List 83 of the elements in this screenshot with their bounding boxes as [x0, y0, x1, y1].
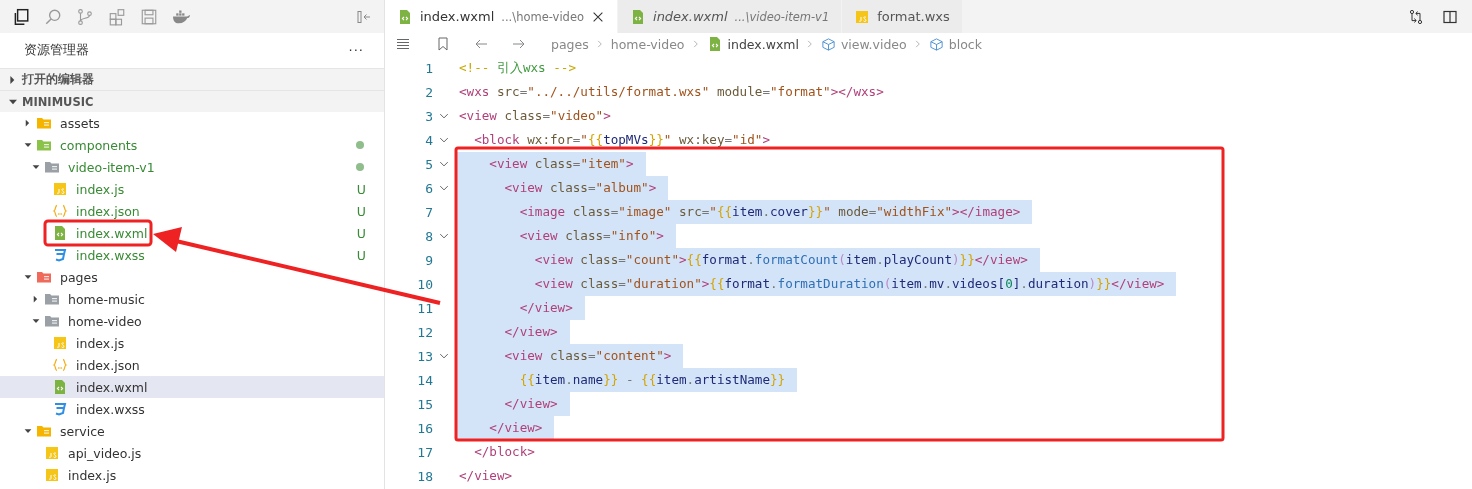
folder-row[interactable]: pages — [0, 266, 384, 288]
folder-row[interactable]: home-video — [0, 310, 384, 332]
code-file-icon — [52, 225, 68, 241]
js-file-icon — [854, 8, 871, 25]
js-file-icon — [52, 181, 68, 197]
breadcrumb-item[interactable]: block — [948, 36, 982, 52]
file-row[interactable]: index.js U — [0, 178, 384, 200]
file-row[interactable]: index.js — [0, 332, 384, 354]
search-icon[interactable] — [44, 7, 62, 26]
file-row[interactable]: index.js — [0, 464, 384, 486]
compare-changes-icon[interactable] — [1408, 8, 1424, 25]
code-line: </view> — [458, 467, 514, 485]
file-row[interactable]: api_video.js — [0, 442, 384, 464]
line-number: 5 — [424, 156, 433, 172]
list-icon[interactable] — [395, 36, 411, 52]
file-row[interactable]: index.wxss U — [0, 244, 384, 266]
more-actions-button[interactable]: ··· — [348, 43, 364, 58]
branch-icon[interactable] — [76, 7, 94, 26]
folder-row[interactable]: video-item-v1 — [0, 156, 384, 178]
js-file-icon — [52, 335, 68, 351]
editor-tab[interactable]: index.wxml ...\video-item-v1 — [618, 0, 843, 33]
code-line: <!-- 引入wxs --> — [458, 59, 577, 77]
css-file-icon — [52, 247, 68, 263]
code-line: <block wx:for="{{topMVs}}" wx:key="id"> — [473, 131, 772, 149]
folder-row[interactable]: service — [0, 420, 384, 442]
code-line: </block> — [473, 443, 536, 461]
blocks-icon[interactable] — [108, 7, 126, 26]
code-line: <wxs src="../../utils/format.wxs" module="format"></wxs> — [458, 83, 885, 101]
cube-icon — [928, 36, 944, 52]
line-number: 16 — [416, 420, 433, 436]
breadcrumb-item[interactable]: home-video — [610, 36, 685, 52]
line-number: 8 — [424, 228, 433, 244]
collapse-panel-icon[interactable] — [356, 8, 372, 25]
line-number: 14 — [416, 372, 433, 388]
code-line: <view class="video"> — [458, 107, 612, 125]
folder-row[interactable]: home-music — [0, 288, 384, 310]
git-status: U — [356, 181, 366, 197]
code-file-icon — [397, 8, 413, 25]
breadcrumb-item[interactable]: index.wxml — [727, 36, 799, 52]
git-status: U — [356, 225, 366, 241]
line-number: 4 — [424, 132, 433, 148]
section-header[interactable]: 打开的编辑器 — [0, 68, 384, 90]
bookmark-icon[interactable] — [435, 36, 451, 52]
js-file-icon — [44, 445, 60, 461]
code-file-icon — [630, 8, 646, 25]
line-number: 3 — [424, 108, 433, 124]
line-number: 11 — [416, 300, 433, 316]
files-icon[interactable] — [12, 7, 30, 26]
split-editor-icon[interactable] — [1442, 8, 1458, 25]
file-row[interactable]: index.wxml — [0, 376, 384, 398]
line-number: 18 — [416, 468, 433, 484]
line-number: 17 — [416, 444, 433, 460]
file-row[interactable]: index.json U — [0, 200, 384, 222]
editor-tab[interactable]: format.wxs — [842, 0, 963, 33]
code-file-icon — [52, 379, 68, 395]
folder-row[interactable]: components — [0, 134, 384, 156]
panel-title: 资源管理器 — [24, 42, 90, 59]
breadcrumb-item[interactable]: view.video — [840, 36, 907, 52]
braces-icon — [52, 203, 68, 219]
cube-icon — [820, 36, 836, 52]
line-number: 12 — [416, 324, 433, 340]
file-row[interactable]: index.json — [0, 354, 384, 376]
braces-icon — [52, 357, 68, 373]
floppy-icon[interactable] — [140, 7, 158, 26]
js-file-icon — [44, 467, 60, 483]
git-status: U — [356, 203, 366, 219]
line-number: 1 — [424, 60, 433, 76]
line-number: 7 — [424, 204, 433, 220]
file-row[interactable]: index.wxss — [0, 398, 384, 420]
git-status: U — [356, 247, 366, 263]
file-row[interactable]: index.wxml U — [0, 222, 384, 244]
whale-icon[interactable] — [172, 8, 191, 25]
line-number: 6 — [424, 180, 433, 196]
folder-row[interactable]: assets — [0, 112, 384, 134]
line-number: 10 — [416, 276, 433, 292]
line-number: 13 — [416, 348, 433, 364]
breadcrumb-item[interactable]: pages — [551, 36, 589, 52]
line-number: 9 — [424, 252, 433, 268]
line-number: 2 — [424, 84, 433, 100]
editor-tab[interactable]: index.wxml ...\home-video — [385, 0, 618, 33]
line-number: 15 — [416, 396, 433, 412]
section-header[interactable]: MINIMUSIC — [0, 90, 384, 112]
css-file-icon — [52, 401, 68, 417]
